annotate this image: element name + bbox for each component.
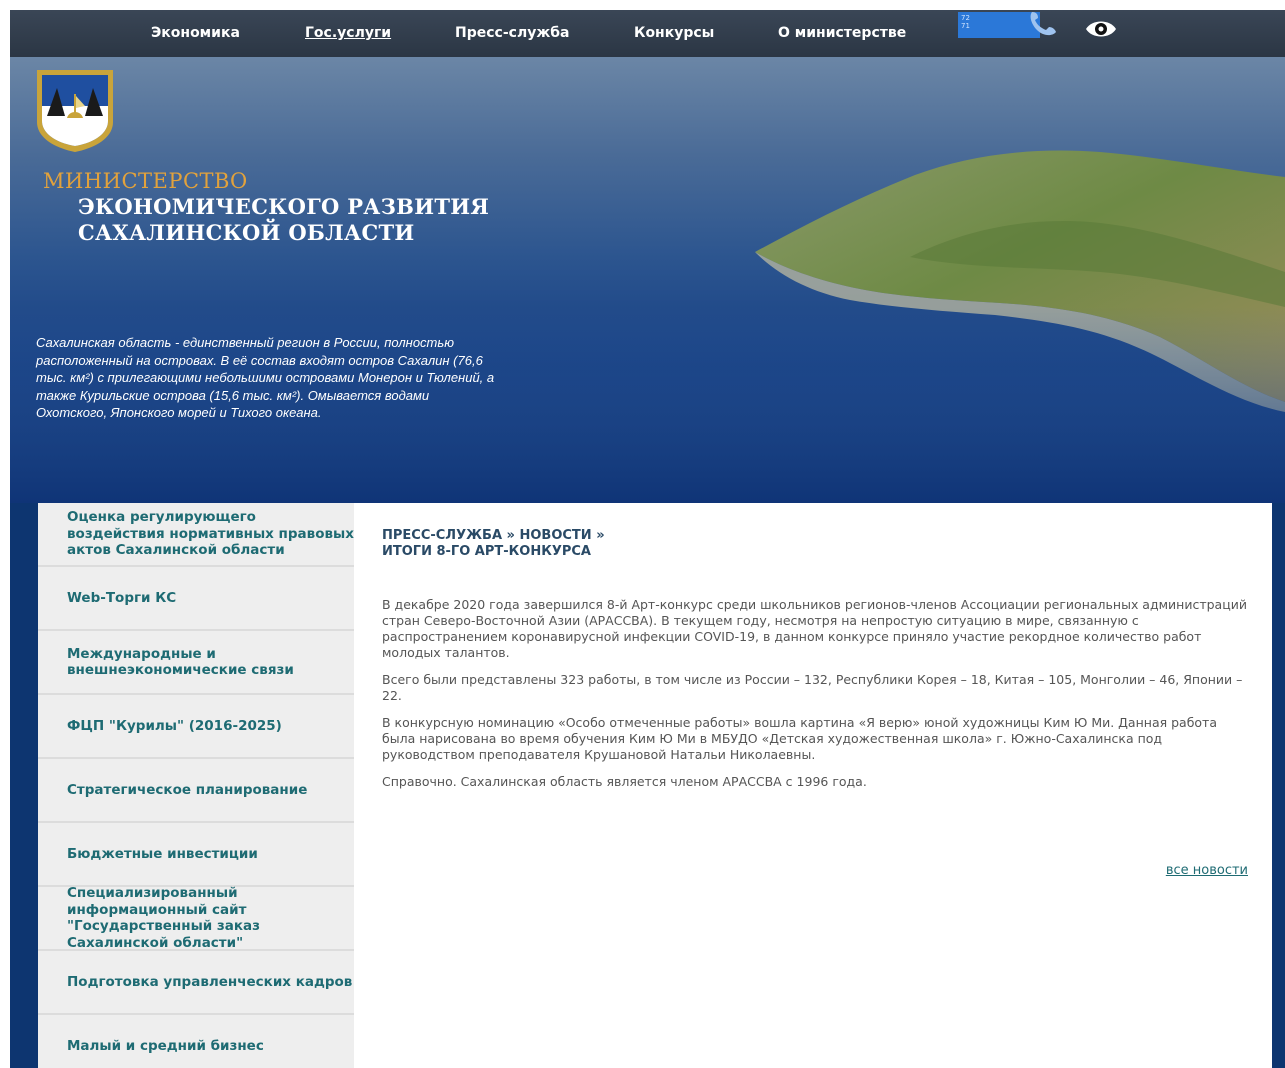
breadcrumb-separator: » xyxy=(596,528,605,543)
sidebar-item-regulatory-assessment[interactable]: Оценка регулирующего воздействия нормати… xyxy=(38,503,354,565)
eye-icon[interactable] xyxy=(1085,18,1117,40)
sidebar-item-state-order-site[interactable]: Специализированный информационный сайт "… xyxy=(38,885,354,951)
sidebar-item-web-torgi[interactable]: Web-Торги КС xyxy=(38,567,354,629)
sidebar-item-budget-investments[interactable]: Бюджетные инвестиции xyxy=(38,823,354,885)
nav-about-ministry[interactable]: О министерстве xyxy=(778,25,906,41)
coat-of-arms-logo xyxy=(37,70,113,152)
sidebar-item-management-training[interactable]: Подготовка управленческих кадров xyxy=(38,951,354,1013)
news-article: В декабре 2020 года завершился 8-й Арт-к… xyxy=(382,597,1254,801)
breadcrumb-news[interactable]: НОВОСТИ xyxy=(519,528,591,543)
ministry-title-line2: ЭКОНОМИЧЕСКОГО РАЗВИТИЯ xyxy=(78,194,490,219)
phone-icon[interactable] xyxy=(1028,10,1068,38)
breadcrumb-separator: » xyxy=(506,528,515,543)
article-paragraph: В декабре 2020 года завершился 8-й Арт-к… xyxy=(382,597,1247,660)
article-paragraph: Справочно. Сахалинская область является … xyxy=(382,774,867,789)
breadcrumb: ПРЕСС-СЛУЖБА » НОВОСТИ » ИТОГИ 8-ГО АРТ-… xyxy=(382,528,605,560)
ministry-title-line3: САХАЛИНСКОЙ ОБЛАСТИ xyxy=(78,220,415,245)
page-title: ИТОГИ 8-ГО АРТ-КОНКУРСА xyxy=(382,544,591,559)
ministry-title-line1: МИНИСТЕРСТВО xyxy=(43,169,248,193)
sidebar-item-strategic-planning[interactable]: Стратегическое планирование xyxy=(38,759,354,821)
island-photo xyxy=(10,150,1285,503)
header-banner: МИНИСТЕРСТВО ЭКОНОМИЧЕСКОГО РАЗВИТИЯ САХ… xyxy=(10,57,1285,503)
nav-contests[interactable]: Конкурсы xyxy=(634,25,714,41)
region-description: Сахалинская область - единственный регио… xyxy=(36,335,495,420)
breadcrumb-press-service[interactable]: ПРЕСС-СЛУЖБА xyxy=(382,528,502,543)
nav-economy[interactable]: Экономика xyxy=(151,25,240,41)
sidebar-item-international-relations[interactable]: Международные и внешнеэкономические связ… xyxy=(38,631,354,693)
article-paragraph: В конкурсную номинацию «Особо отмеченные… xyxy=(382,715,1217,762)
main-content: ПРЕСС-СЛУЖБА » НОВОСТИ » ИТОГИ 8-ГО АРТ-… xyxy=(354,503,1272,1068)
all-news-link[interactable]: все новости xyxy=(1166,863,1248,878)
article-paragraph: Всего были представлены 323 работы, в то… xyxy=(382,672,1243,703)
page-frame: Экономика Гос.услуги Пресс-служба Конкур… xyxy=(10,10,1285,1068)
nav-gov-services[interactable]: Гос.услуги xyxy=(305,25,391,41)
top-navigation: Экономика Гос.услуги Пресс-служба Конкур… xyxy=(10,10,1285,57)
nav-press-service[interactable]: Пресс-служба xyxy=(455,25,569,41)
sidebar-navigation: Оценка регулирующего воздействия нормати… xyxy=(38,503,354,1068)
sidebar-item-fcp-kurily[interactable]: ФЦП "Курилы" (2016-2025) xyxy=(38,695,354,757)
sidebar-item-small-business[interactable]: Малый и средний бизнес xyxy=(38,1015,354,1068)
